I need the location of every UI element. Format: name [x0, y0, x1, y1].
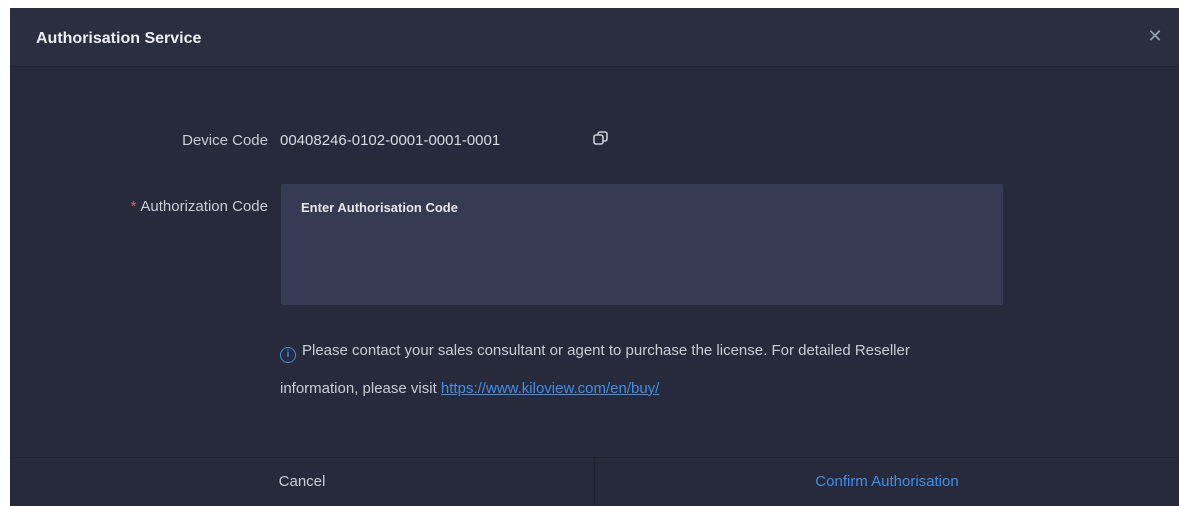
info-icon: i — [280, 347, 296, 363]
authorisation-dialog: Authorisation Service ✕ Device Code 0040… — [10, 8, 1179, 506]
license-info: i Please contact your sales consultant or… — [280, 332, 980, 408]
authorization-code-label: * Authorization Code — [131, 198, 268, 215]
device-code-label: Device Code — [182, 132, 268, 149]
dialog-footer: Cancel Confirm Authorisation — [10, 457, 1179, 506]
required-mark: * — [130, 198, 137, 215]
confirm-authorisation-button[interactable]: Confirm Authorisation — [595, 458, 1179, 506]
authorization-code-input[interactable] — [281, 184, 1003, 305]
close-icon[interactable]: ✕ — [1145, 26, 1165, 46]
dialog-header: Authorisation Service ✕ — [10, 8, 1179, 67]
authorization-code-label-text: Authorization Code — [140, 198, 268, 215]
device-code-value: 00408246-0102-0001-0001-0001 — [280, 132, 501, 149]
dialog-title: Authorisation Service — [36, 30, 202, 47]
cancel-button[interactable]: Cancel — [10, 458, 595, 506]
reseller-link[interactable]: https://www.kiloview.com/en/buy/ — [441, 380, 659, 397]
copy-icon[interactable] — [592, 130, 610, 148]
